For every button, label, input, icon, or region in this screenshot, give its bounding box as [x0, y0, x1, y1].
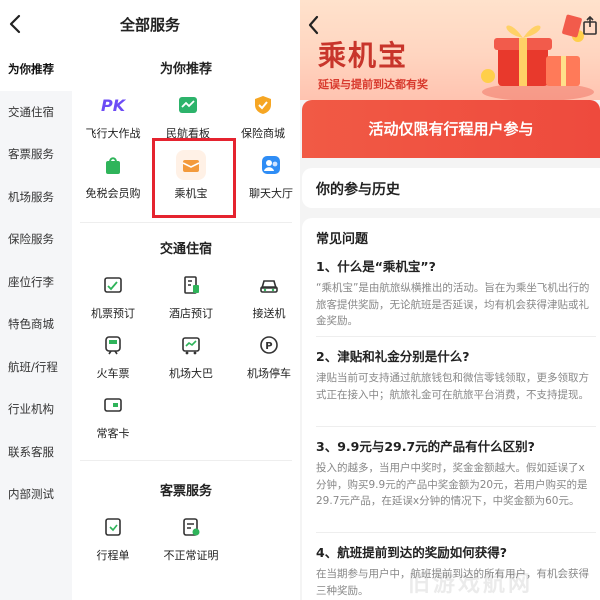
- service-airport-transfer[interactable]: 接送机: [230, 270, 300, 321]
- sidebar-item-recommended[interactable]: 为你推荐: [0, 48, 72, 91]
- train-icon: [98, 330, 128, 360]
- sidebar-item-seat-baggage[interactable]: 座位行李: [0, 261, 72, 304]
- faq-question: 2、津贴和礼金分别是什么?: [316, 349, 470, 364]
- section-title-transport: 交通住宿: [159, 242, 212, 257]
- divider: [316, 532, 596, 533]
- service-aviation-board[interactable]: 民航看板: [149, 90, 227, 141]
- share-icon[interactable]: [582, 16, 598, 36]
- faq-answer: 津贴当前可支持通过航旅钱包和微信零钱领取，更多领取方式正在接入中；航旅礼金可在航…: [316, 372, 589, 401]
- service-label: 常客卡: [96, 427, 130, 440]
- sidebar-item-airport-service[interactable]: 机场服务: [0, 176, 72, 219]
- service-label: 免税会员购: [85, 187, 141, 200]
- faq-answer: 投入的越多，当用户中奖时，奖金金额越大。假如延误了x分钟，购买9.9元的产品中奖…: [316, 462, 588, 507]
- sidebar-item-internal-test[interactable]: 内部测试: [0, 473, 72, 516]
- service-label: 火车票: [96, 367, 130, 380]
- hotel-icon: [176, 270, 206, 300]
- service-flight-booking[interactable]: 机票预订: [74, 270, 152, 321]
- sidebar-item-customer-service[interactable]: 联系客服: [0, 431, 72, 474]
- service-airport-bus[interactable]: 机场大巴: [152, 330, 230, 381]
- service-itinerary[interactable]: 行程单: [74, 512, 152, 563]
- brand-title: 乘机宝: [318, 39, 409, 72]
- page-title: 全部服务: [119, 16, 180, 34]
- sidebar-item-insurance[interactable]: 保险服务: [0, 218, 72, 261]
- notice-banner: 活动仅限有行程用户参与: [302, 100, 600, 158]
- service-airport-parking[interactable]: P 机场停车: [230, 330, 300, 381]
- car-icon: [254, 270, 284, 300]
- chengjibao-panel: 乘机宝 延误与提前到达都有奖 活动仅限有行程用户参与 你的参与历史 常见问题 1…: [300, 0, 600, 600]
- sidebar-item-ticket-service[interactable]: 客票服务: [0, 133, 72, 176]
- hero-banner: 乘机宝 延误与提前到达都有奖: [300, 0, 600, 100]
- gift-boxes-illustration: [481, 14, 594, 100]
- services-content: 为你推荐 PK 飞行大作战 民航看板 保险商城 免税会员购 乘机宝 聊天大厅 交…: [72, 48, 300, 600]
- faq-answer: “乘机宝”是由航旅纵横推出的活动。旨在为乘坐飞机出行的旅客提供奖励，无论航班是否…: [316, 282, 590, 327]
- highlight-box: [152, 138, 236, 218]
- service-hotel-booking[interactable]: 酒店预订: [152, 270, 230, 321]
- service-label: 机票预订: [91, 307, 135, 320]
- service-label: 不正常证明: [163, 549, 219, 562]
- service-label: 机场大巴: [169, 367, 213, 380]
- sidebar-item-transport[interactable]: 交通住宿: [0, 91, 72, 134]
- itinerary-icon: [98, 512, 128, 542]
- app-screen: 全部服务 为你推荐 交通住宿 客票服务 机场服务 保险服务 座位行李 特色商城 …: [0, 0, 600, 600]
- faq-title: 常见问题: [316, 232, 369, 247]
- category-sidebar: 为你推荐 交通住宿 客票服务 机场服务 保险服务 座位行李 特色商城 航班/行程…: [0, 48, 72, 600]
- service-label: 机场停车: [247, 367, 291, 380]
- svg-text:PK: PK: [101, 96, 126, 115]
- faq-question: 3、9.9元与29.7元的产品有什么区别?: [316, 439, 535, 454]
- watermark: 旧游戏航网: [408, 572, 534, 597]
- service-insurance-mall[interactable]: 保险商城: [224, 90, 300, 141]
- service-frequent-flyer-card[interactable]: 常客卡: [74, 390, 152, 441]
- section-title-ticket-service: 客票服务: [159, 484, 212, 499]
- faq-question: 4、航班提前到达的奖励如何获得?: [316, 545, 507, 560]
- history-label: 你的参与历史: [316, 182, 400, 198]
- card-icon: [98, 390, 128, 420]
- participation-history-row[interactable]: 你的参与历史: [302, 168, 600, 208]
- divider: [80, 222, 292, 223]
- header: 全部服务: [0, 0, 300, 48]
- service-train-ticket[interactable]: 火车票: [74, 330, 152, 381]
- divider: [80, 460, 292, 461]
- service-pk-battle[interactable]: PK 飞行大作战: [74, 90, 152, 141]
- service-duty-free[interactable]: 免税会员购: [74, 150, 152, 201]
- all-services-panel: 全部服务 为你推荐 交通住宿 客票服务 机场服务 保险服务 座位行李 特色商城 …: [0, 0, 300, 600]
- section-title-recommended: 为你推荐: [159, 62, 212, 77]
- faq-question: 1、什么是“乘机宝”?: [316, 259, 436, 274]
- divider: [316, 336, 596, 337]
- back-arrow-icon[interactable]: [306, 14, 322, 36]
- certificate-icon: [176, 512, 206, 542]
- tagline: 延误与提前到达都有奖: [318, 78, 428, 91]
- shield-icon: [248, 90, 278, 120]
- faq-section: 常见问题 1、什么是“乘机宝”? “乘机宝”是由航旅纵横推出的活动。旨在为乘坐飞…: [302, 218, 600, 600]
- chat-people-icon: [256, 150, 286, 180]
- chart-icon: [173, 90, 203, 120]
- svg-text:P: P: [265, 341, 272, 352]
- service-label: 接送机: [252, 307, 286, 320]
- service-label: 飞行大作战: [85, 127, 141, 140]
- ticket-icon: [98, 270, 128, 300]
- sidebar-item-industry[interactable]: 行业机构: [0, 388, 72, 431]
- divider: [316, 426, 596, 427]
- bus-icon: [176, 330, 206, 360]
- service-irregularity-certificate[interactable]: 不正常证明: [152, 512, 230, 563]
- parking-icon: P: [254, 330, 284, 360]
- notice-text: 活动仅限有行程用户参与: [368, 120, 534, 138]
- shopping-bag-icon: [98, 150, 128, 180]
- pk-icon: PK: [98, 90, 128, 120]
- service-label: 酒店预订: [169, 307, 213, 320]
- sidebar-item-flight[interactable]: 航班/行程: [0, 346, 72, 389]
- service-chat-hall[interactable]: 聊天大厅: [232, 150, 300, 201]
- service-label: 聊天大厅: [249, 187, 293, 200]
- sidebar-item-mall[interactable]: 特色商城: [0, 303, 72, 346]
- service-label: 行程单: [96, 549, 130, 562]
